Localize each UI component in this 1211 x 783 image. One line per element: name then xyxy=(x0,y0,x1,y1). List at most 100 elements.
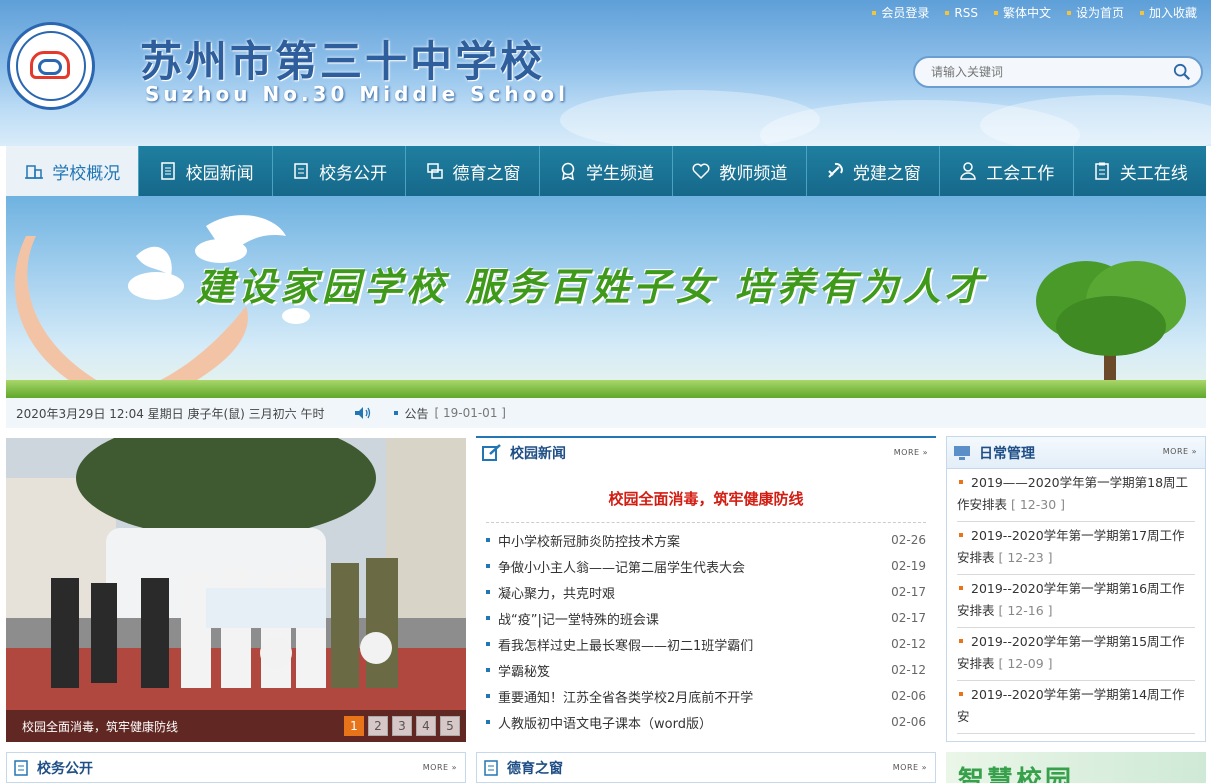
edit-icon xyxy=(482,444,501,461)
news-photo xyxy=(6,438,466,742)
building-icon xyxy=(25,165,44,179)
school-affairs-header: 校务公开 MORE » xyxy=(7,753,465,783)
set-homepage-link[interactable]: 设为首页 xyxy=(1066,4,1124,21)
slider-pager: 1 2 3 4 5 xyxy=(344,716,460,736)
nav-item-teacher-channel[interactable]: 教师频道 xyxy=(673,146,807,196)
slider-page-button[interactable]: 1 xyxy=(344,716,364,736)
bullet-icon xyxy=(872,10,877,15)
bullet-icon xyxy=(959,533,963,537)
document-icon xyxy=(484,760,498,776)
document-icon xyxy=(14,760,28,776)
nav-item-party-building[interactable]: 党建之窗 xyxy=(807,146,941,196)
bullet-icon xyxy=(486,590,490,594)
bullet-icon xyxy=(486,668,490,672)
current-datetime: 2020年3月29日 12:04 星期日 庚子年(鼠) 三月初六 午时 xyxy=(16,406,325,421)
news-item[interactable]: 中小学校新冠肺炎防控技术方案 02-26 xyxy=(486,527,926,553)
daily-management-title: 日常管理 xyxy=(979,445,1035,462)
add-favorite-link[interactable]: 加入收藏 xyxy=(1139,4,1197,21)
search-icon[interactable] xyxy=(1173,63,1191,81)
nav-item-care-online[interactable]: 关工在线 xyxy=(1074,146,1206,196)
clipboard-icon xyxy=(1094,162,1109,180)
banner-slogan: 建设家园学校 服务百姓子女 培养有为人才 xyxy=(196,264,987,309)
bullet-icon xyxy=(959,692,963,696)
award-icon xyxy=(561,162,575,181)
bullet-icon xyxy=(486,642,490,646)
list-item[interactable]: 2019--2020学年第一学期第14周工作安 xyxy=(957,681,1195,734)
nav-item-student-channel[interactable]: 学生频道 xyxy=(540,146,674,196)
news-item[interactable]: 看我怎样过史上最长寒假——初二1班学霸们 02-12 xyxy=(486,631,926,657)
smart-campus-banner[interactable]: 智慧校园 xyxy=(946,752,1206,783)
campus-news-title: 校园新闻 xyxy=(510,446,566,462)
more-link[interactable]: MORE » xyxy=(894,448,928,457)
bullet-icon xyxy=(486,694,490,698)
list-icon xyxy=(294,163,308,179)
nav-item-school-overview[interactable]: 学校概况 xyxy=(6,146,140,196)
user-icon xyxy=(960,162,977,180)
slider-page-button[interactable]: 5 xyxy=(440,716,460,736)
nav-item-school-affairs[interactable]: 校务公开 xyxy=(273,146,407,196)
tree-illustration xyxy=(1036,261,1186,386)
daily-management-panel: 日常管理 MORE » 2019——2020学年第一学期第18周工作安排表 [ … xyxy=(946,436,1206,742)
moral-education-title: 德育之窗 xyxy=(507,761,563,777)
top-links: 会员登录 RSS 繁体中文 设为首页 加入收藏 xyxy=(872,4,1197,21)
search-input[interactable] xyxy=(931,65,1171,79)
bullet-icon xyxy=(486,616,490,620)
chat-icon xyxy=(426,163,443,179)
traditional-chinese-link[interactable]: 繁体中文 xyxy=(993,4,1051,21)
bullet-icon xyxy=(959,480,963,484)
grass-strip xyxy=(6,380,1206,398)
info-bar: 2020年3月29日 12:04 星期日 庚子年(鼠) 三月初六 午时 公告 [… xyxy=(6,398,1206,428)
site-title: 苏州市第三十中学校 xyxy=(140,37,546,86)
campus-news-panel: 校园新闻 MORE » 校园全面消毒，筑牢健康防线 中小学校新冠肺炎防控技术方案… xyxy=(476,436,936,742)
slider-page-button[interactable]: 4 xyxy=(416,716,436,736)
bullet-icon xyxy=(993,10,998,15)
hero-banner: 建设家园学校 服务百姓子女 培养有为人才 xyxy=(6,196,1206,398)
news-item[interactable]: 学霸秘笈 02-12 xyxy=(486,657,926,683)
news-item[interactable]: 争做小小主人翁——记第二届学生代表大会 02-19 xyxy=(486,553,926,579)
more-link[interactable]: MORE » xyxy=(423,763,457,772)
slider-page-button[interactable]: 2 xyxy=(368,716,388,736)
news-list: 中小学校新冠肺炎防控技术方案 02-26 争做小小主人翁——记第二届学生代表大会 0… xyxy=(486,522,926,735)
moral-education-header: 德育之窗 MORE » xyxy=(477,753,935,783)
news-item[interactable]: 人教版初中语文电子课本（word版） 02-06 xyxy=(486,709,926,735)
party-icon xyxy=(828,162,843,178)
smart-campus-text: 智慧校园 xyxy=(958,766,1075,783)
more-link[interactable]: MORE » xyxy=(893,763,927,772)
announcement-date: [ 19-01-01 ] xyxy=(434,406,506,420)
heart-icon xyxy=(692,163,710,180)
news-item[interactable]: 重要通知！江苏全省各类学校2月底前不开学 02-06 xyxy=(486,683,926,709)
rss-link[interactable]: RSS xyxy=(945,4,978,21)
slider-page-button[interactable]: 3 xyxy=(392,716,412,736)
campus-news-header: 校园新闻 MORE » xyxy=(476,436,936,468)
bullet-icon xyxy=(1066,10,1071,15)
bullet-icon xyxy=(486,538,490,542)
main-nav: 学校概况 校园新闻 校务公开 德育之窗 学生频道 教师频道 党建之窗 工会工作 … xyxy=(6,146,1206,196)
more-link[interactable]: MORE » xyxy=(1163,447,1197,456)
news-item[interactable]: 战“疫”|记一堂特殊的班会课 02-17 xyxy=(486,605,926,631)
member-login-link[interactable]: 会员登录 xyxy=(872,4,929,21)
speaker-icon xyxy=(355,407,371,419)
list-item[interactable]: 2019--2020学年第一学期第15周工作安排表 [ 12-09 ] xyxy=(957,628,1195,681)
bullet-icon xyxy=(394,411,399,415)
announcement: 公告 [ 19-01-01 ] xyxy=(354,405,506,422)
nav-item-campus-news[interactable]: 校园新闻 xyxy=(139,146,273,196)
document-icon xyxy=(160,162,175,180)
photo-slider[interactable]: 校园全面消毒，筑牢健康防线 1 2 3 4 5 xyxy=(6,438,466,742)
school-logo[interactable] xyxy=(7,22,95,110)
monitor-icon xyxy=(954,445,970,460)
search-box xyxy=(913,56,1203,88)
site-subtitle: Suzhou No.30 Middle School xyxy=(145,82,569,106)
nav-item-moral-education[interactable]: 德育之窗 xyxy=(406,146,540,196)
news-headline[interactable]: 校园全面消毒，筑牢健康防线 xyxy=(476,488,936,512)
news-item[interactable]: 凝心聚力，共克时艰 02-17 xyxy=(486,579,926,605)
bullet-icon xyxy=(959,639,963,643)
bullet-icon xyxy=(486,564,490,568)
bullet-icon xyxy=(486,720,490,724)
list-item[interactable]: 2019——2020学年第一学期第18周工作安排表 [ 12-30 ] xyxy=(957,469,1195,522)
nav-item-union-work[interactable]: 工会工作 xyxy=(940,146,1074,196)
daily-management-header: 日常管理 MORE » xyxy=(947,437,1205,469)
bullet-icon xyxy=(1139,10,1144,15)
announcement-label[interactable]: 公告 xyxy=(404,405,428,422)
list-item[interactable]: 2019--2020学年第一学期第17周工作安排表 [ 12-23 ] xyxy=(957,522,1195,575)
list-item[interactable]: 2019--2020学年第一学期第16周工作安排表 [ 12-16 ] xyxy=(957,575,1195,628)
